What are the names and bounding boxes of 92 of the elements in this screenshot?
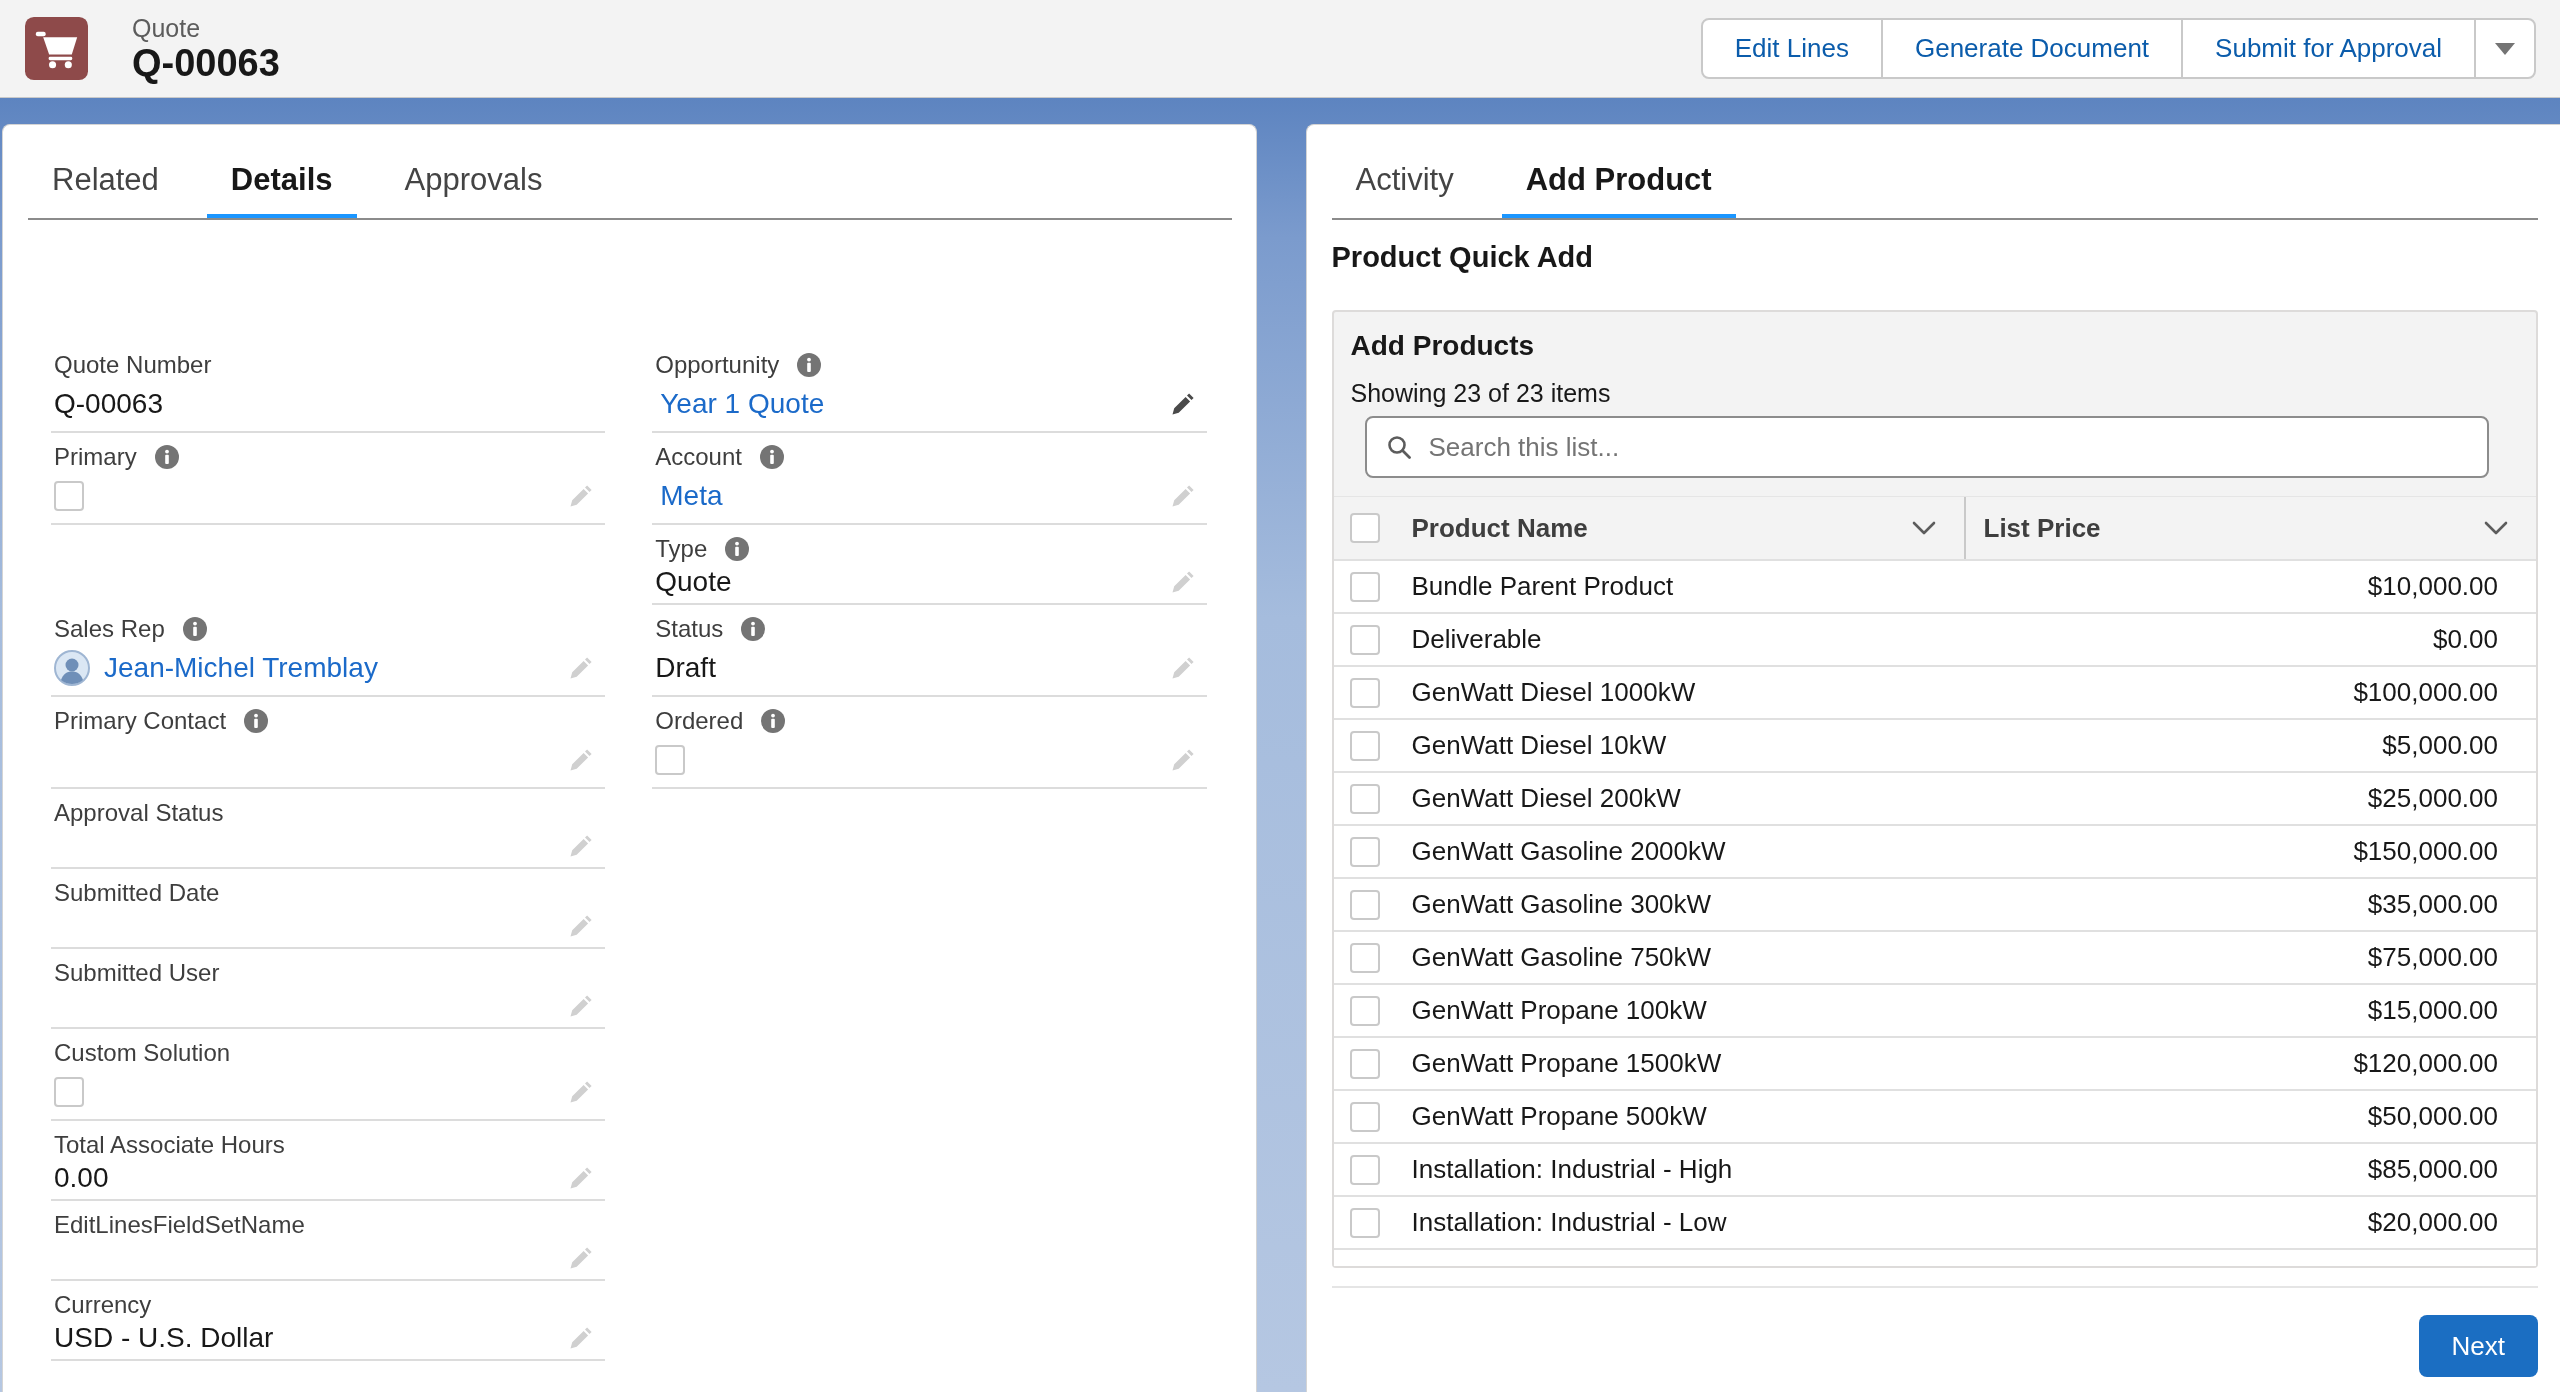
price-cell: $5,000.00 [2382,730,2498,761]
record-link[interactable]: Year 1 Quote [660,388,825,420]
checkbox[interactable] [1349,1048,1380,1079]
field-value: Draft [655,652,716,684]
field-label: Sales Rep [54,615,165,643]
checkbox[interactable] [1349,513,1380,543]
price-cell: $15,000.00 [2367,995,2498,1026]
avatar-icon [54,650,90,686]
record-title: Q-00063 [132,41,280,84]
price-cell: $20,000.00 [2367,1207,2498,1238]
checkbox[interactable] [1349,783,1380,814]
field-label: Opportunity [655,351,780,379]
checkbox[interactable] [655,745,686,775]
checkbox[interactable] [1349,942,1380,973]
price-cell: $0.00 [2432,624,2498,655]
price-cell: $85,000.00 [2367,1154,2498,1185]
checkbox[interactable] [1349,836,1380,867]
checkbox[interactable] [1349,889,1380,920]
field-label: Custom Solution [54,1039,231,1067]
checkbox[interactable] [1349,730,1380,761]
field-label: Status [655,615,724,643]
action-button[interactable]: Edit Lines [1700,18,1883,79]
price-cell: $50,000.00 [2367,1101,2498,1132]
field-label: Submitted User [54,959,220,987]
tab[interactable]: Approvals [380,142,567,218]
price-cell: $75,000.00 [2367,942,2498,973]
cart-icon [25,17,88,80]
product-name-cell: GenWatt Propane 500kW [1411,1101,1707,1132]
field-label: Primary Contact [54,707,227,735]
checkbox[interactable] [1349,624,1380,655]
field-label: Total Associate Hours [54,1131,285,1159]
checkbox[interactable] [54,1077,84,1107]
field-value: USD - U.S. Dollar [54,1322,274,1354]
panel-title: Product Quick Add [1331,240,1594,275]
tab[interactable]: Add Product [1501,142,1736,218]
price-cell: $35,000.00 [2367,889,2498,920]
field-label: Approval Status [54,799,224,827]
product-name-cell: GenWatt Diesel 1000kW [1411,677,1696,708]
tab[interactable]: Details [206,142,357,218]
field-label: Ordered [655,707,744,735]
tab[interactable]: Related [28,142,183,218]
action-button[interactable]: Generate Document [1880,18,2184,79]
object-label: Quote [132,13,201,42]
field-label: Primary [54,443,137,471]
product-name-cell: Deliverable [1411,624,1542,655]
field-value: Q-00063 [54,388,163,420]
price-cell: $10,000.00 [2367,571,2498,602]
checkbox[interactable] [54,481,84,511]
next-button[interactable]: Next [2418,1315,2538,1377]
price-cell: $120,000.00 [2353,1048,2498,1079]
column-header[interactable]: Product Name [1411,512,1588,544]
field-label: Currency [54,1291,152,1319]
checkbox[interactable] [1349,677,1380,708]
product-name-cell: Bundle Parent Product [1411,571,1674,602]
product-name-cell: GenWatt Diesel 200kW [1411,783,1681,814]
search-icon [1386,435,1411,459]
product-name-cell: Installation: Industrial - Low [1411,1207,1727,1238]
search-field[interactable]: Search this list... [1364,416,2489,478]
field-label: Type [655,535,708,563]
product-name-cell: GenWatt Gasoline 300kW [1411,889,1712,920]
product-name-cell: GenWatt Propane 1500kW [1411,1048,1722,1079]
field-label: EditLinesFieldSetName [54,1211,305,1239]
pencil-icon[interactable] [1171,393,1194,415]
field-value: Quote [655,566,732,598]
product-name-cell: GenWatt Gasoline 750kW [1411,942,1712,973]
checkbox[interactable] [1349,571,1380,602]
checkbox[interactable] [1349,1207,1380,1238]
checkbox[interactable] [1349,1101,1380,1132]
price-cell: $100,000.00 [2353,677,2498,708]
product-name-cell: GenWatt Gasoline 2000kW [1411,836,1726,867]
product-name-cell: GenWatt Diesel 10kW [1411,730,1667,761]
caret-down-icon [2495,42,2515,55]
field-label: Quote Number [54,351,212,379]
price-cell: $150,000.00 [2353,836,2498,867]
field-label: Account [655,443,742,471]
tab[interactable]: Activity [1331,142,1478,218]
column-header[interactable]: List Price [1983,512,2101,544]
record-link[interactable]: Meta [660,480,723,512]
chevron-down-icon[interactable] [1911,521,1936,535]
product-name-cell: Installation: Industrial - High [1411,1154,1733,1185]
checkbox[interactable] [1349,1154,1380,1185]
field-value: 0.00 [54,1162,109,1194]
user-link[interactable]: Jean-Michel Tremblay [104,652,378,684]
field-label: Submitted Date [54,879,220,907]
chevron-down-icon[interactable] [2484,521,2508,535]
item-count: Showing 23 of 23 items [1350,378,1611,409]
more-actions-button[interactable] [2474,18,2536,79]
action-button[interactable]: Submit for Approval [2181,18,2476,79]
list-title: Add Products [1350,329,1535,363]
price-cell: $25,000.00 [2367,783,2498,814]
product-name-cell: GenWatt Propane 100kW [1411,995,1707,1026]
checkbox[interactable] [1349,995,1380,1026]
